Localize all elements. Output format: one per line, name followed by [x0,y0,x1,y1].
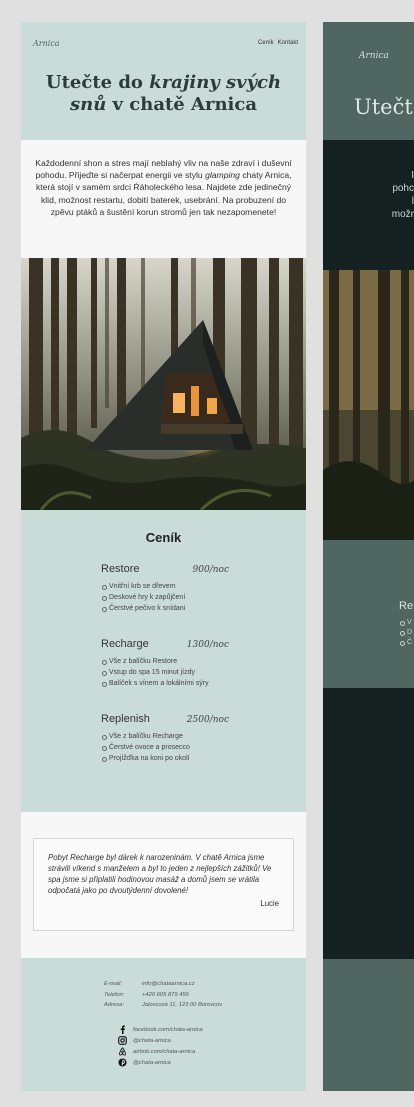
dark-header: Arnica Utečt [323,22,414,140]
cabin-forest-image [21,258,306,510]
social-link-pinterest[interactable]: @chata-arnica [117,1057,203,1068]
cabin-photo [21,258,306,510]
main-nav: Ceník Kontakt [258,40,298,46]
plan-feature: Deskové hry k zapůjčení [101,592,229,603]
plan-feature: Projížďka na koni po okolí [101,753,229,764]
logo[interactable]: Arnica [33,39,60,48]
dark-forest-image [323,270,414,540]
pricing-section: Ceník Restore 900/noc Vnitřní krb se dře… [21,510,306,812]
pinterest-icon [117,1058,128,1067]
dark-intro: I pohc l možr [323,140,414,270]
plan-restore: Restore 900/noc Vnitřní krb se dřevem De… [101,563,229,614]
intro-paragraph: Každodenní shon a stres mají neblahý vli… [21,140,306,258]
facebook-icon [117,1025,128,1034]
plan-price: 2500/noc [186,715,229,725]
contact-row-phone: Telefon: +420 605 879 456 [104,990,222,1001]
footer: E-mail: info@chataarnica.cz Telefon: +42… [21,958,306,1091]
review-author: Lucie [260,899,279,908]
dark-page-title: Utečt [354,95,413,119]
review-section: Pobyt Recharge byl dárek k narozeninám. … [21,812,306,958]
social-links: facebook.com/chata-arnica @chata-arnica … [117,1024,203,1068]
plan-features: Vnitřní krb se dřevem Deskové hry k zapů… [101,581,229,614]
address-text: Jalovcová 11, 123 00 Borovcov [142,1002,223,1008]
dark-cabin-photo [323,270,414,540]
email-link[interactable]: info@chataarnica.cz [142,979,195,990]
plan-price: 900/noc [192,565,229,575]
social-link-instagram[interactable]: @chata-arnica [117,1035,203,1046]
plan-feature: Balíček s vínem a lokálními sýry [101,678,229,689]
plan-feature: Vstup do spa 15 minut jízdy [101,667,229,678]
review-text: Pobyt Recharge byl dárek k narozeninám. … [48,853,272,895]
plan-feature: Vše z balíčku Restore [101,656,229,667]
airbnb-icon [117,1047,128,1056]
plan-feature: Vnitřní krb se dřevem [101,581,229,592]
contact-info: E-mail: info@chataarnica.cz Telefon: +42… [104,979,222,1011]
plan-feature: Vše z balíčku Recharge [101,731,229,742]
plan-recharge: Recharge 1300/noc Vše z balíčku Restore … [101,638,229,689]
dark-logo[interactable]: Arnica [359,51,389,61]
contact-row-address: Adresa: Jalovcová 11, 123 00 Borovcov [104,1000,222,1011]
review-card: Pobyt Recharge byl dárek k narozeninám. … [33,838,294,931]
plan-replenish: Replenish 2500/noc Vše z balíčku Recharg… [101,713,229,764]
social-link-facebook[interactable]: facebook.com/chata-arnica [117,1024,203,1035]
plan-name: Replenish [101,713,150,725]
header-section: Arnica Ceník Kontakt Utečte do krajiny s… [21,22,306,140]
nav-link-pricing[interactable]: Ceník [258,40,274,46]
instagram-icon [117,1036,128,1045]
pricing-heading: Ceník [145,530,182,545]
plan-name: Restore [101,563,140,575]
social-link-airbnb[interactable]: airbnb.com/chata-arnica [117,1046,203,1057]
light-theme-mockup: Arnica Ceník Kontakt Utečte do krajiny s… [21,22,306,1091]
phone-link[interactable]: +420 605 879 456 [142,990,189,1001]
plan-features: Vše z balíčku Restore Vstup do spa 15 mi… [101,656,229,689]
dark-footer [323,959,414,1091]
dark-review-section [323,688,414,959]
plan-feature: Čerstvé pečivo k snídani [101,603,229,614]
contact-row-email: E-mail: info@chataarnica.cz [104,979,222,990]
plan-name: Recharge [101,638,149,650]
plan-feature: Čerstvé ovoce a prosecco [101,742,229,753]
dark-pricing: Re V D Č [323,540,414,688]
plan-price: 1300/noc [186,640,229,650]
dark-theme-mockup: Arnica Utečt I pohc l možr Re V D Č [323,22,414,1091]
plan-features: Vše z balíčku Recharge Čerstvé ovoce a p… [101,731,229,764]
nav-link-contact[interactable]: Kontakt [278,40,298,46]
page-title: Utečte do krajiny svých snů v chatě Arni… [45,72,282,115]
